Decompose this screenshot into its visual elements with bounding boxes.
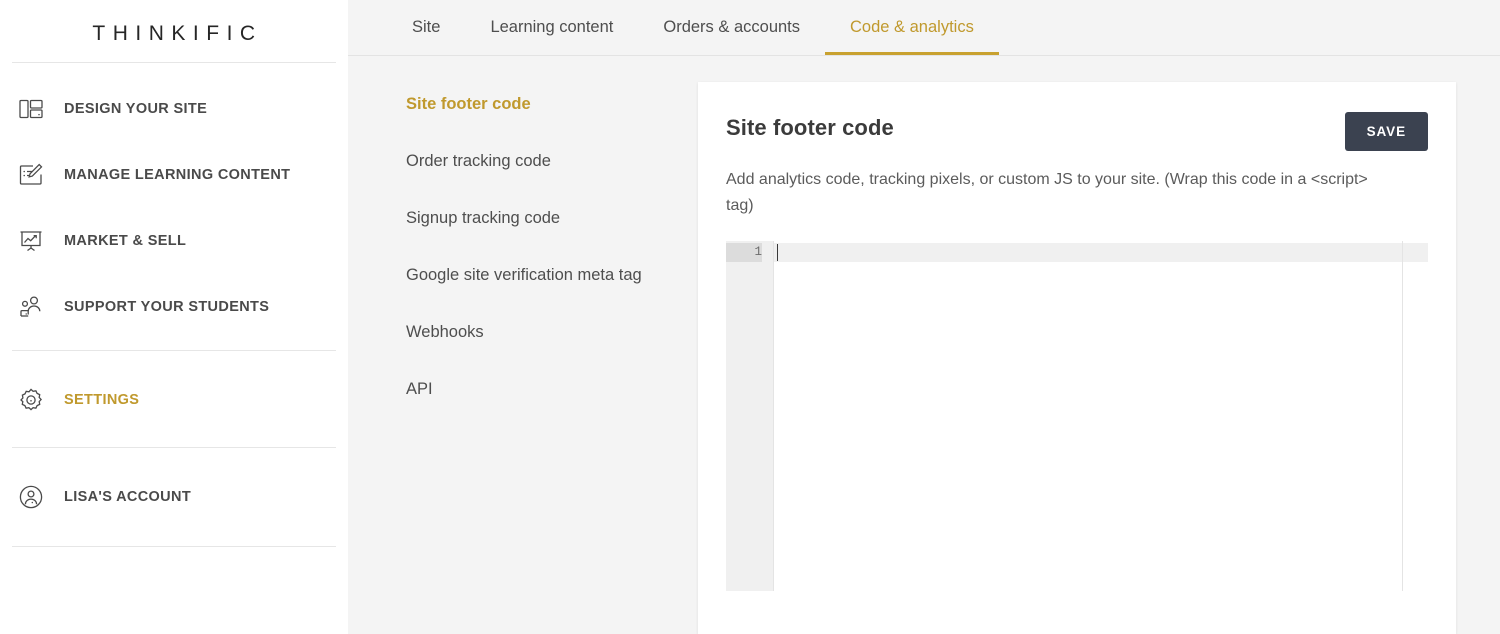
tab-orders-and-accounts[interactable]: Orders & accounts xyxy=(638,0,825,55)
sidebar-item-label: SETTINGS xyxy=(64,392,140,408)
panel-description: Add analytics code, tracking pixels, or … xyxy=(726,171,1368,214)
brand-logo-text: THINKIFIC xyxy=(92,22,263,45)
sidebar-item-manage-learning-content[interactable]: MANAGE LEARNING CONTENT xyxy=(0,142,348,208)
main-content: Site Learning content Orders & accounts … xyxy=(348,0,1500,634)
sidebar-primary-group: DESIGN YOUR SITE MANAGE LEARNING CONTENT xyxy=(0,63,348,350)
sidebar-item-label: SUPPORT YOUR STUDENTS xyxy=(64,299,270,315)
code-editor[interactable]: 1 xyxy=(726,240,1428,596)
code-editor-gutter: 1 xyxy=(726,240,774,591)
sidebar-divider-bottom xyxy=(12,546,336,547)
app-root: THINKIFIC DESIGN YOUR SITE MANAGE LEARNI… xyxy=(0,0,1500,634)
gutter-line-number: 1 xyxy=(726,242,762,262)
sidebar-item-market-and-sell[interactable]: MARKET & SELL xyxy=(0,208,348,274)
layout-panels-icon xyxy=(14,92,48,126)
tab-site[interactable]: Site xyxy=(387,0,465,55)
sidebar-account-group: LISA'S ACCOUNT xyxy=(0,448,348,546)
edit-pencil-icon xyxy=(14,158,48,192)
content-area: Site footer code Order tracking code Sig… xyxy=(348,56,1500,634)
sidebar-item-label: MARKET & SELL xyxy=(64,233,187,249)
code-editor-active-line xyxy=(774,242,1428,262)
subnav-item-order-tracking-code[interactable]: Order tracking code xyxy=(406,151,646,173)
print-margin-line xyxy=(1402,240,1403,591)
gear-icon xyxy=(14,383,48,417)
text-caret xyxy=(777,243,778,261)
panel-header: Site footer code SAVE xyxy=(726,112,1428,151)
sidebar: THINKIFIC DESIGN YOUR SITE MANAGE LEARNI… xyxy=(0,0,348,634)
sidebar-item-label: LISA'S ACCOUNT xyxy=(64,489,192,505)
code-editor-text-area[interactable] xyxy=(774,240,1428,596)
subnav-item-signup-tracking-code[interactable]: Signup tracking code xyxy=(406,208,646,230)
user-avatar-icon xyxy=(14,480,48,514)
sidebar-settings-group: SETTINGS xyxy=(0,351,348,447)
settings-tabbar: Site Learning content Orders & accounts … xyxy=(348,0,1500,56)
sidebar-item-label: MANAGE LEARNING CONTENT xyxy=(64,167,291,183)
sidebar-item-support-your-students[interactable]: SUPPORT YOUR STUDENTS xyxy=(0,274,348,340)
site-footer-code-panel: Site footer code SAVE Add analytics code… xyxy=(698,82,1456,634)
presentation-chart-icon xyxy=(14,224,48,258)
code-analytics-subnav: Site footer code Order tracking code Sig… xyxy=(406,82,698,634)
sidebar-item-account[interactable]: LISA'S ACCOUNT xyxy=(0,464,348,530)
sidebar-item-label: DESIGN YOUR SITE xyxy=(64,101,208,117)
tab-code-and-analytics[interactable]: Code & analytics xyxy=(825,0,999,55)
subnav-item-google-site-verification[interactable]: Google site verification meta tag xyxy=(406,265,646,287)
tab-learning-content[interactable]: Learning content xyxy=(465,0,638,55)
students-people-icon xyxy=(14,290,48,324)
subnav-item-webhooks[interactable]: Webhooks xyxy=(406,322,646,344)
sidebar-item-settings[interactable]: SETTINGS xyxy=(0,367,348,433)
subnav-item-api[interactable]: API xyxy=(406,379,646,401)
sidebar-item-design-your-site[interactable]: DESIGN YOUR SITE xyxy=(0,76,348,142)
brand-logo[interactable]: THINKIFIC xyxy=(0,0,348,62)
save-button[interactable]: SAVE xyxy=(1344,112,1428,151)
page-title: Site footer code xyxy=(726,115,894,140)
subnav-item-site-footer-code[interactable]: Site footer code xyxy=(406,94,646,116)
